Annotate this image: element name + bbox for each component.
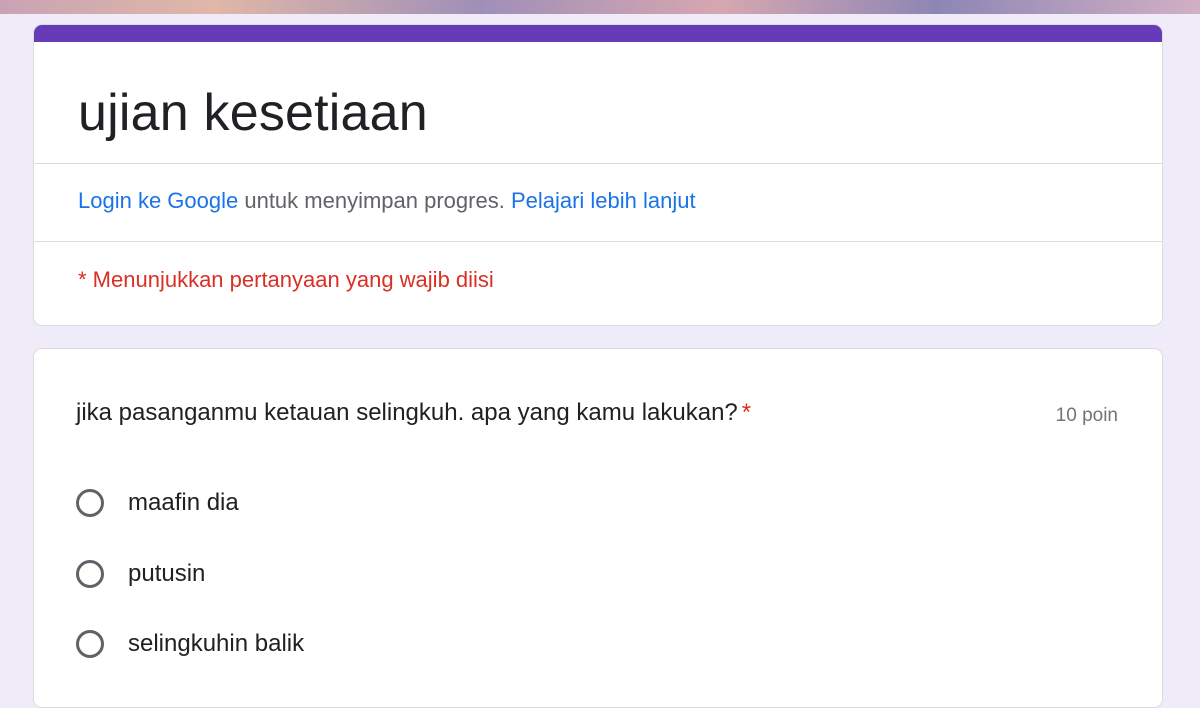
question-card: jika pasanganmu ketauan selingkuh. apa y… (33, 348, 1163, 708)
login-notice: Login ke Google untuk menyimpan progres.… (78, 188, 696, 214)
option-label: maafin dia (128, 489, 239, 516)
login-google-link[interactable]: Login ke Google (78, 188, 238, 213)
radio-option-maafin-dia[interactable]: maafin dia (76, 483, 239, 523)
radio-button[interactable] (76, 560, 104, 588)
question-text: jika pasanganmu ketauan selingkuh. apa y… (76, 399, 738, 426)
radio-option-selingkuhin-balik[interactable]: selingkuhin balik (76, 624, 304, 664)
divider (34, 241, 1162, 242)
login-notice-text: untuk menyimpan progres. (238, 188, 511, 213)
form-title-card: ujian kesetiaan Login ke Google untuk me… (33, 24, 1163, 326)
radio-button[interactable] (76, 630, 104, 658)
theme-accent-bar (34, 25, 1162, 42)
radio-option-putusin[interactable]: putusin (76, 554, 205, 594)
radio-button[interactable] (76, 489, 104, 517)
learn-more-link[interactable]: Pelajari lebih lanjut (511, 188, 696, 213)
required-note: * Menunjukkan pertanyaan yang wajib diis… (78, 267, 494, 292)
option-label: selingkuhin balik (128, 630, 305, 657)
question-points: 10 poin (1055, 405, 1118, 426)
question-title: jika pasanganmu ketauan selingkuh. apa y… (76, 399, 751, 427)
option-label: putusin (128, 560, 206, 587)
header-banner-image (0, 0, 1200, 14)
form-title: ujian kesetiaan (78, 84, 428, 142)
required-asterisk: * (741, 399, 752, 426)
divider (34, 163, 1162, 164)
